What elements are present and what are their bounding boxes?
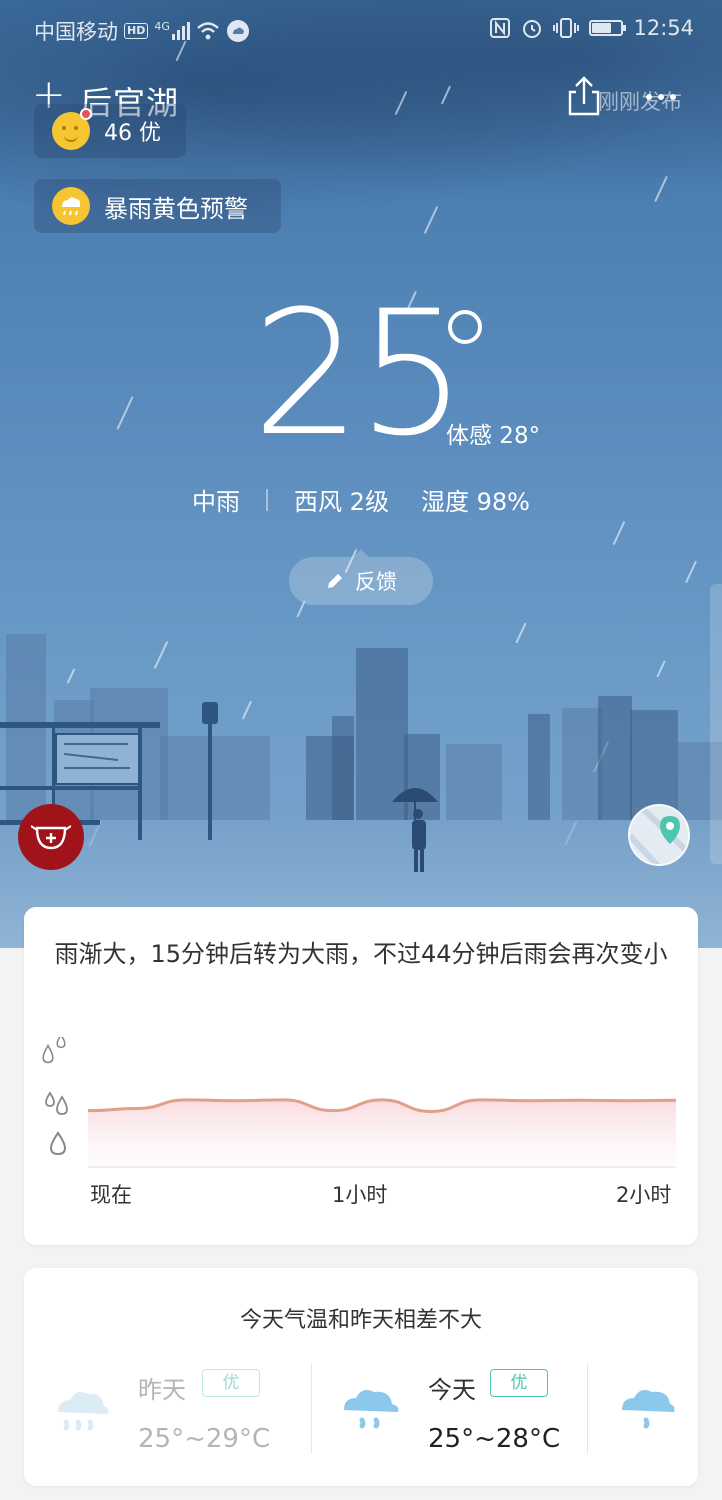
precipitation-forecast-card: 雨渐大，15分钟后转为大雨，不过44分钟后雨会再次变小 现在 1小时 2小时	[24, 907, 698, 1245]
map-button[interactable]	[628, 804, 690, 866]
today-temperature-range: 25°~28°C	[428, 1424, 561, 1454]
alarm-icon	[523, 20, 542, 38]
feels-like: 体感 28°	[446, 423, 541, 449]
weather-condition: 中雨	[192, 488, 241, 516]
yesterday-temperature-range: 25°~29°C	[138, 1424, 271, 1454]
x-tick-1h: 1小时	[332, 1183, 388, 1207]
health-mask-button[interactable]	[18, 804, 84, 870]
raindrop-streak	[153, 640, 169, 670]
raindrop-streak	[612, 520, 626, 546]
clock: 12:54	[633, 16, 694, 40]
wind-info: 西风 2级	[294, 488, 389, 516]
raindrop-streak	[656, 660, 666, 678]
aqi-value: 46 优	[104, 121, 161, 146]
column-divider	[311, 1364, 312, 1454]
feedback-label: 反馈	[355, 570, 397, 594]
face-mask-icon	[31, 825, 71, 850]
yesterday-label: 昨天	[138, 1376, 186, 1404]
nfc-icon	[490, 18, 511, 38]
moderate-rain-icon	[45, 1091, 68, 1115]
side-drawer-handle[interactable]	[710, 584, 722, 864]
column-divider	[587, 1364, 588, 1454]
signal-icon	[171, 22, 190, 40]
x-tick-now: 现在	[90, 1183, 132, 1207]
today-aqi-badge: 优	[490, 1369, 548, 1397]
current-temperature: 25	[252, 273, 467, 474]
raindrop-streak	[515, 622, 527, 644]
precipitation-chart	[42, 1037, 677, 1168]
battery-icon	[589, 20, 627, 36]
rain-cloud-icon	[58, 1392, 109, 1431]
carrier-label: 中国移动	[34, 20, 118, 44]
x-tick-2h: 2小时	[616, 1183, 672, 1207]
heavy-rain-icon	[49, 1131, 67, 1156]
today-label: 今天	[428, 1376, 476, 1404]
street-lamp	[202, 702, 218, 840]
raindrop-streak	[116, 396, 134, 430]
share-icon[interactable]	[566, 76, 602, 116]
rain-cloud-icon	[344, 1390, 399, 1429]
precipitation-area	[88, 1099, 676, 1167]
pencil-icon	[328, 574, 342, 588]
person-with-umbrella	[392, 788, 438, 872]
wifi-icon	[197, 22, 219, 40]
cloud-app-icon	[226, 20, 249, 42]
comparison-title: 今天气温和昨天相差不大	[239, 1308, 482, 1333]
temperature-comparison-card: 今天气温和昨天相差不大 昨天 优 25°~29°C 今天 优 25°~28°C	[24, 1268, 698, 1486]
raindrop-streak	[685, 560, 697, 584]
degree-symbol	[448, 310, 482, 344]
network-type: 4G	[154, 19, 170, 33]
publish-time: 刚刚发布	[598, 90, 682, 114]
conditions-row: 中雨 西风 2级 湿度 98%	[0, 482, 722, 517]
rain-cloud-icon	[622, 1390, 675, 1429]
divider	[266, 488, 269, 511]
feedback-button[interactable]: 反馈	[289, 549, 433, 605]
vibrate-icon	[553, 18, 580, 38]
hd-icon: HD	[124, 23, 149, 39]
smiley-face-icon	[52, 108, 92, 150]
warning-label: 暴雨黄色预警	[104, 194, 248, 223]
air-quality-chip[interactable]: 46 优	[34, 104, 186, 158]
nowcast-summary: 雨渐大，15分钟后转为大雨，不过44分钟后雨会再次变小	[54, 940, 668, 968]
yesterday-aqi-badge: 优	[202, 1369, 260, 1397]
weather-warning-chip[interactable]: 暴雨黄色预警	[34, 179, 281, 233]
humidity-info: 湿度 98%	[420, 488, 530, 516]
raindrop-streak	[241, 700, 253, 720]
rainstorm-warning-icon	[52, 187, 90, 225]
light-rain-icon	[42, 1037, 66, 1064]
raindrop-streak	[66, 668, 76, 684]
more-menu-button[interactable]	[646, 94, 676, 100]
status-bar: 中国移动 HD 4G 12:54	[0, 0, 722, 58]
